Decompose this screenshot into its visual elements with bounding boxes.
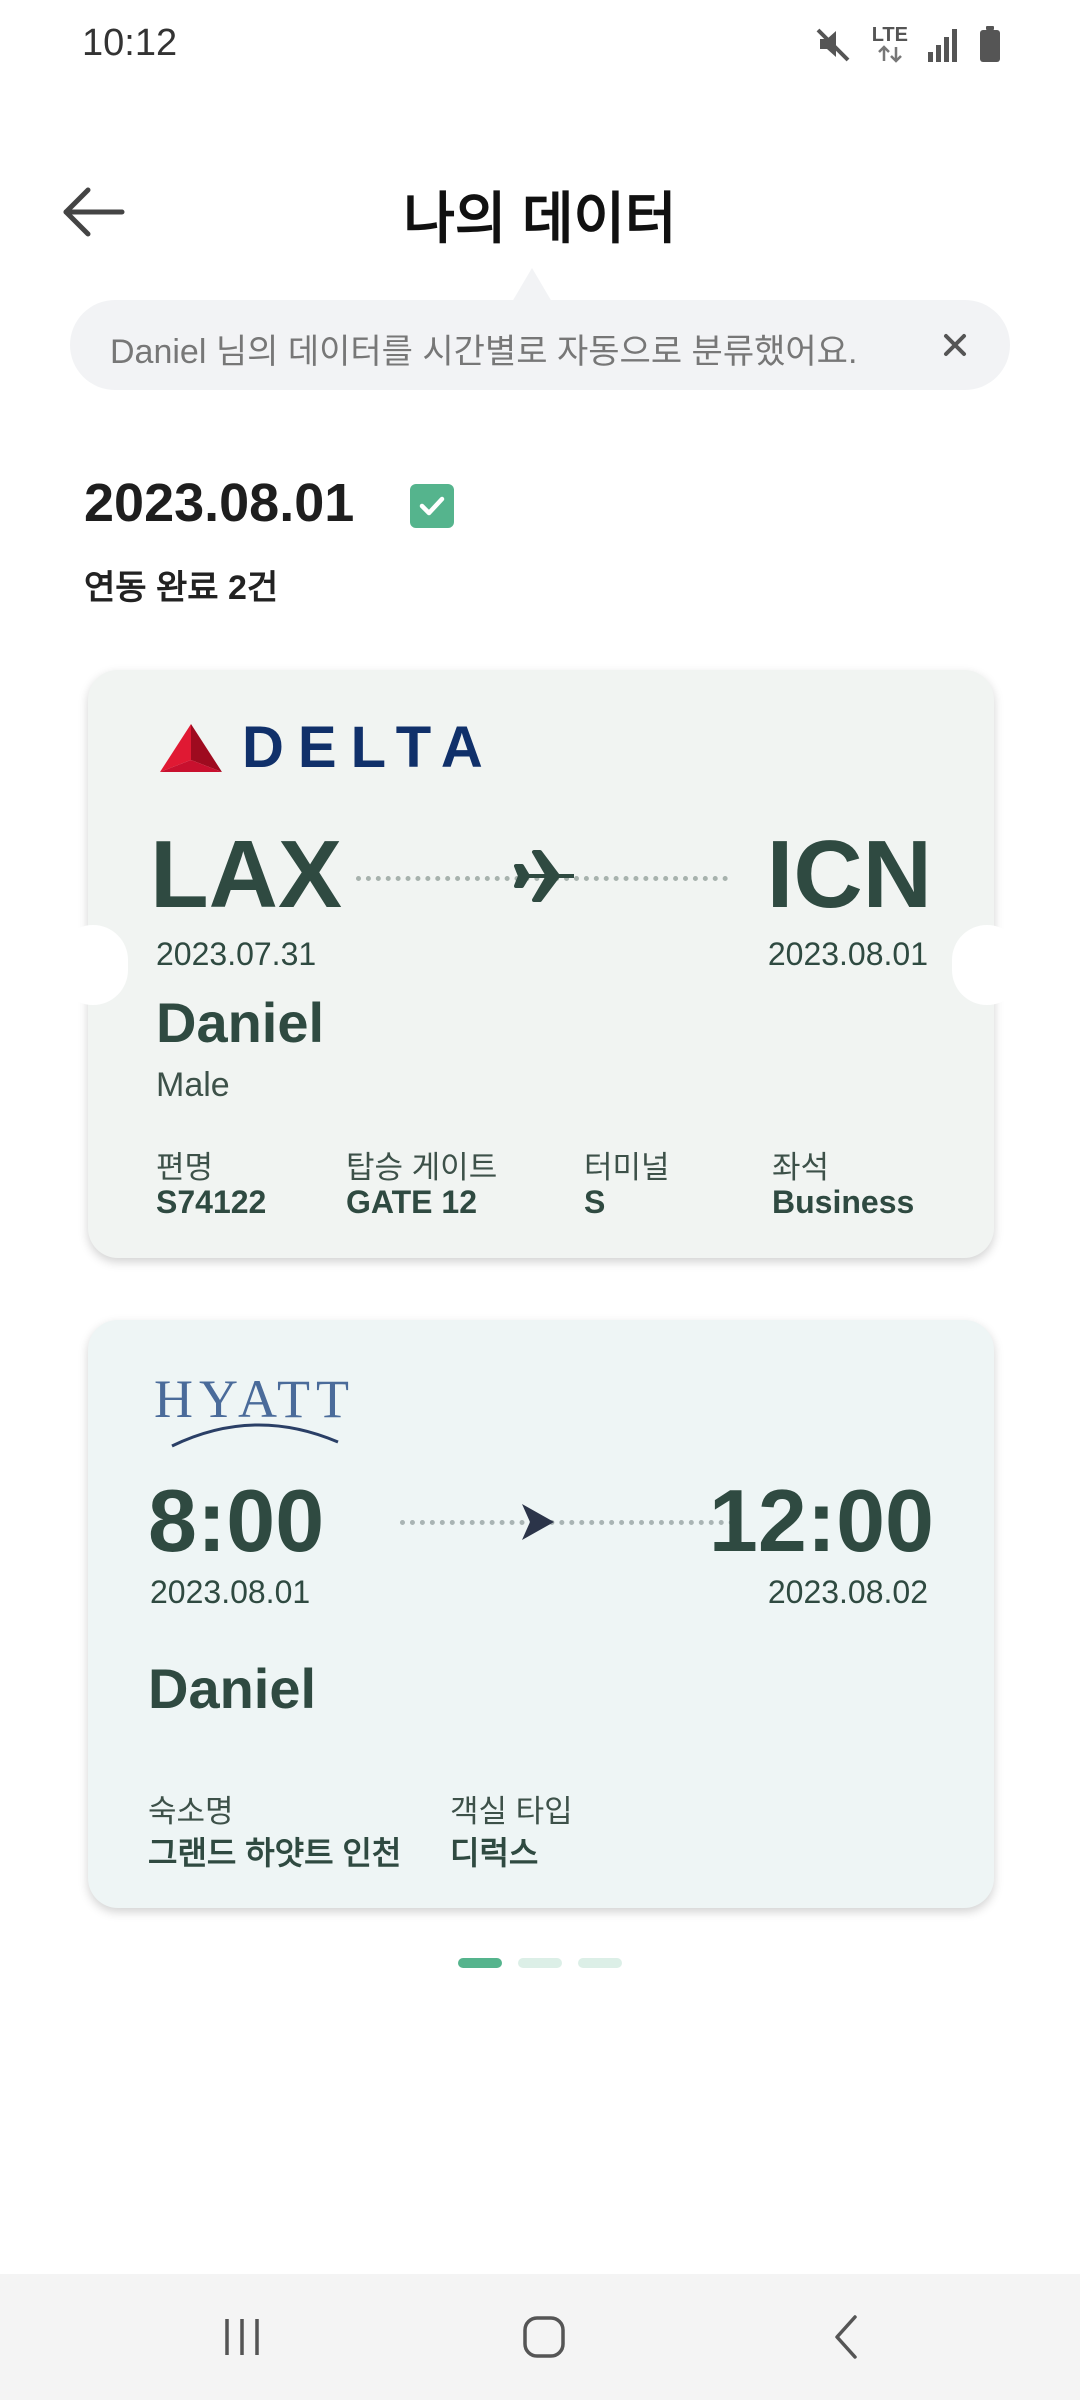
recent-apps-button[interactable] (202, 2304, 282, 2370)
system-back-button[interactable] (806, 2304, 886, 2370)
flight-ticket-card[interactable]: DELTA LAX ICN 2023.07.31 2023.08.01 Dani… (88, 670, 994, 1258)
seat-label: 좌석 (772, 1150, 830, 1185)
ticket-notch-right (952, 925, 1022, 1005)
mute-icon (814, 24, 854, 64)
delta-widget-icon (160, 723, 222, 772)
recent-apps-icon (225, 2319, 259, 2355)
delta-logo: DELTA (158, 714, 497, 781)
status-time: 10:12 (82, 22, 178, 64)
terminal-value: S (584, 1184, 606, 1220)
arrival-code: ICN (766, 821, 932, 928)
gate-label: 탑승 게이트 (346, 1150, 498, 1185)
page-dot-2[interactable] (518, 1958, 562, 1968)
room-type-label: 객실 타입 (450, 1794, 573, 1829)
info-banner: Daniel 님의 데이터를 시간별로 자동으로 분류했어요. (70, 300, 1010, 390)
home-icon (523, 2316, 565, 2358)
arrow-right-icon (522, 1504, 554, 1540)
checkin-time: 8:00 (148, 1471, 325, 1570)
date-title: 2023.08.01 (84, 473, 355, 533)
lte-icon: LTE (872, 25, 908, 63)
status-icons: LTE (814, 24, 1002, 64)
lte-label: LTE (871, 24, 908, 46)
arrival-date: 2023.08.01 (767, 936, 928, 972)
checkout-date: 2023.08.02 (767, 1574, 928, 1610)
checkin-date: 2023.08.01 (150, 1574, 311, 1610)
banner-pointer (512, 268, 552, 302)
ticket-notch-left (58, 925, 128, 1005)
room-type-value: 디럭스 (450, 1835, 539, 1871)
seat-value: Business (772, 1184, 915, 1220)
check-icon (410, 484, 454, 528)
guest-name: Daniel (148, 1657, 317, 1720)
sync-count: 연동 완료 2건 (84, 569, 279, 607)
home-button[interactable] (504, 2304, 584, 2370)
hotel-booking-card[interactable]: HYATT 8:00 12:00 2023.08.01 2023.08.02 D… (88, 1320, 994, 1908)
departure-code: LAX (150, 821, 342, 928)
gate-value: GATE 12 (346, 1184, 477, 1220)
status-bar: 10:12 LTE (0, 0, 1080, 90)
hotel-name-value: 그랜드 하얏트 인천 (148, 1835, 402, 1871)
terminal-label: 터미널 (584, 1150, 670, 1185)
passenger-sex: Male (156, 1066, 230, 1104)
hyatt-swoosh-icon (171, 1423, 339, 1448)
close-icon (944, 334, 966, 356)
system-nav-bar (0, 2274, 1080, 2400)
banner-text: Daniel 님의 데이터를 시간별로 자동으로 분류했어요. (110, 333, 858, 371)
page-dot-1[interactable] (458, 1958, 502, 1968)
flight-number-label: 편명 (156, 1150, 214, 1185)
signal-icon (926, 26, 960, 62)
pagination-dots (0, 1958, 1080, 1968)
page-title: 나의 데이터 (403, 187, 677, 250)
back-icon (835, 2315, 857, 2359)
battery-icon (978, 25, 1002, 63)
airplane-icon (514, 850, 574, 902)
stay-line (400, 1520, 734, 1525)
page-dot-3[interactable] (578, 1958, 622, 1968)
hotel-name-label: 숙소명 (148, 1794, 234, 1829)
flight-number-value: S74122 (156, 1184, 267, 1220)
departure-date: 2023.07.31 (156, 936, 317, 972)
passenger-name: Daniel (156, 991, 325, 1054)
header: 나의 데이터 (0, 160, 1080, 260)
checkout-time: 12:00 (708, 1471, 934, 1570)
banner-close-button[interactable] (928, 318, 982, 372)
airline-name: DELTA (242, 715, 497, 780)
